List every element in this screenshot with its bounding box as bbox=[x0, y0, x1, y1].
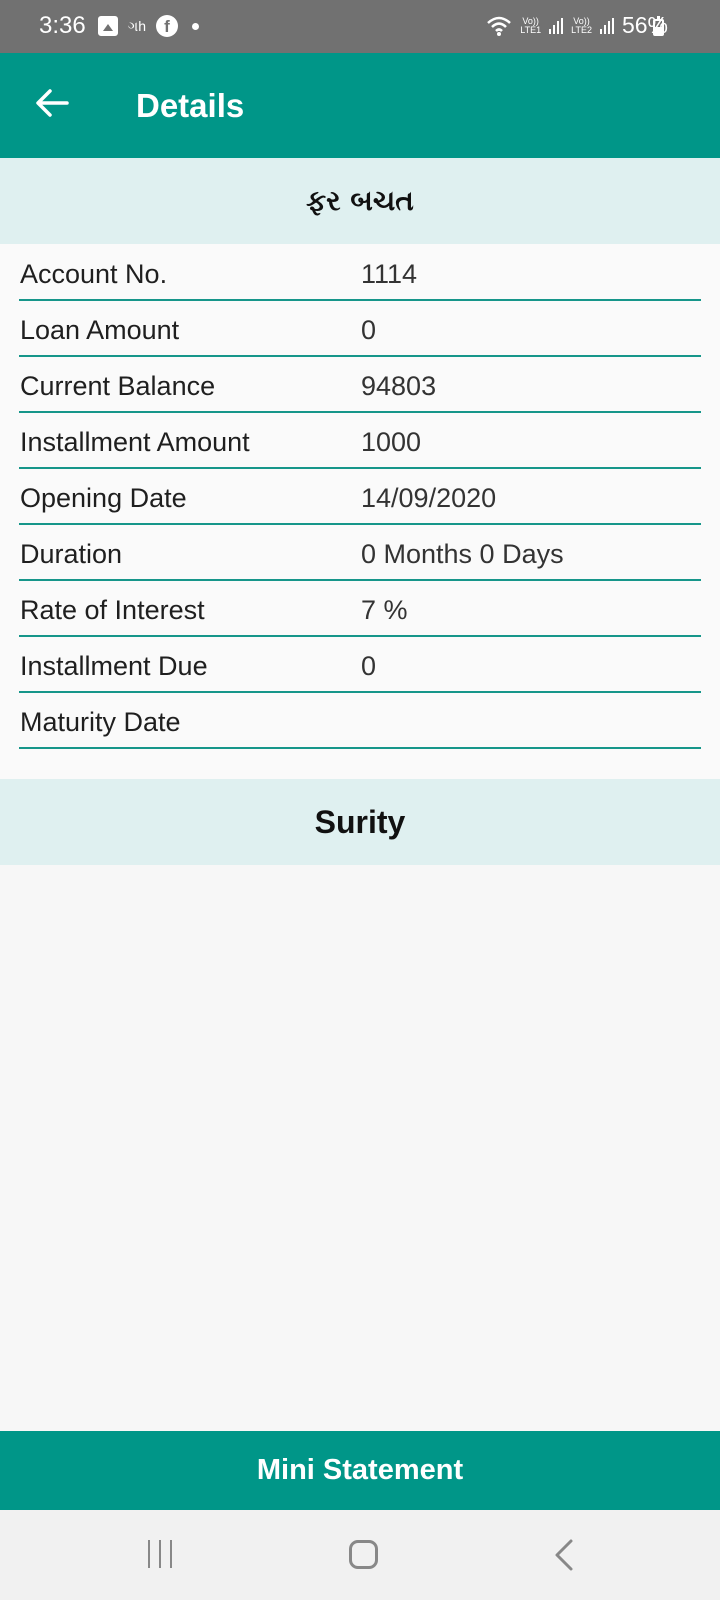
gujarati-keyboard-icon: ગh bbox=[128, 17, 147, 34]
nav-back-icon[interactable] bbox=[553, 1538, 575, 1572]
detail-label: Account No. bbox=[20, 259, 168, 289]
detail-value: 0 Months 0 Days bbox=[361, 539, 564, 569]
account-type-header: ફર બચત bbox=[0, 158, 720, 244]
surity-header: Surity bbox=[0, 779, 720, 865]
detail-value: 0 bbox=[361, 651, 377, 681]
page-title: Details bbox=[136, 87, 245, 124]
facebook-icon: f bbox=[156, 15, 179, 37]
signal2-icon bbox=[599, 17, 614, 34]
system-nav-bar bbox=[0, 1510, 720, 1600]
account-details-table: Account No. 1114 Loan Amount 0 Current B… bbox=[0, 244, 720, 779]
volte1-indicator: Vo)) LTE1 bbox=[520, 15, 542, 35]
detail-row-maturity-date: Maturity Date bbox=[19, 692, 701, 749]
detail-row-current-balance: Current Balance 94803 bbox=[19, 356, 701, 413]
recent-apps-button[interactable] bbox=[148, 1540, 172, 1568]
detail-value: 7 % bbox=[361, 595, 408, 625]
home-button[interactable] bbox=[349, 1540, 378, 1569]
detail-label: Duration bbox=[20, 539, 123, 569]
detail-row-installment-amount: Installment Amount 1000 bbox=[19, 412, 701, 469]
volte2-indicator: Vo)) LTE2 bbox=[571, 15, 592, 35]
detail-value: 0 bbox=[361, 315, 377, 345]
signal1-icon bbox=[549, 17, 564, 34]
app-toolbar: Details bbox=[0, 53, 720, 158]
detail-row-duration: Duration 0 Months 0 Days bbox=[19, 524, 701, 581]
mini-statement-button[interactable]: Mini Statement bbox=[0, 1431, 720, 1510]
arrow-left-icon bbox=[36, 89, 69, 117]
detail-label: Maturity Date bbox=[20, 707, 181, 737]
detail-row-installment-due: Installment Due 0 bbox=[19, 636, 701, 693]
detail-label: Installment Amount bbox=[20, 427, 250, 457]
detail-row-opening-date: Opening Date 14/09/2020 bbox=[19, 468, 701, 525]
detail-row-rate-of-interest: Rate of Interest 7 % bbox=[19, 580, 701, 637]
detail-label: Installment Due bbox=[20, 651, 208, 681]
battery-icon bbox=[653, 16, 664, 36]
detail-row-loan-amount: Loan Amount 0 bbox=[19, 300, 701, 357]
detail-label: Rate of Interest bbox=[20, 595, 205, 625]
detail-value: 14/09/2020 bbox=[361, 483, 497, 513]
gallery-icon bbox=[98, 16, 118, 36]
detail-value: 1000 bbox=[361, 427, 422, 457]
system-icons: Vo)) LTE1 Vo)) LTE2 56% bbox=[486, 12, 668, 39]
wifi-icon bbox=[487, 16, 512, 36]
detail-label: Loan Amount bbox=[20, 315, 180, 345]
notification-icons: ગh f bbox=[98, 15, 200, 37]
status-bar: 3:36 ગh f Vo)) LTE1 Vo)) LTE2 56% bbox=[0, 0, 720, 53]
detail-label: Current Balance bbox=[20, 371, 216, 401]
back-button[interactable] bbox=[32, 83, 72, 123]
detail-row-account-no: Account No. 1114 bbox=[19, 244, 701, 301]
detail-label: Opening Date bbox=[20, 483, 187, 513]
detail-value: 1114 bbox=[361, 259, 418, 289]
status-time: 3:36 bbox=[39, 12, 86, 39]
more-notifications-dot-icon bbox=[192, 22, 200, 30]
detail-value: 94803 bbox=[361, 371, 437, 401]
